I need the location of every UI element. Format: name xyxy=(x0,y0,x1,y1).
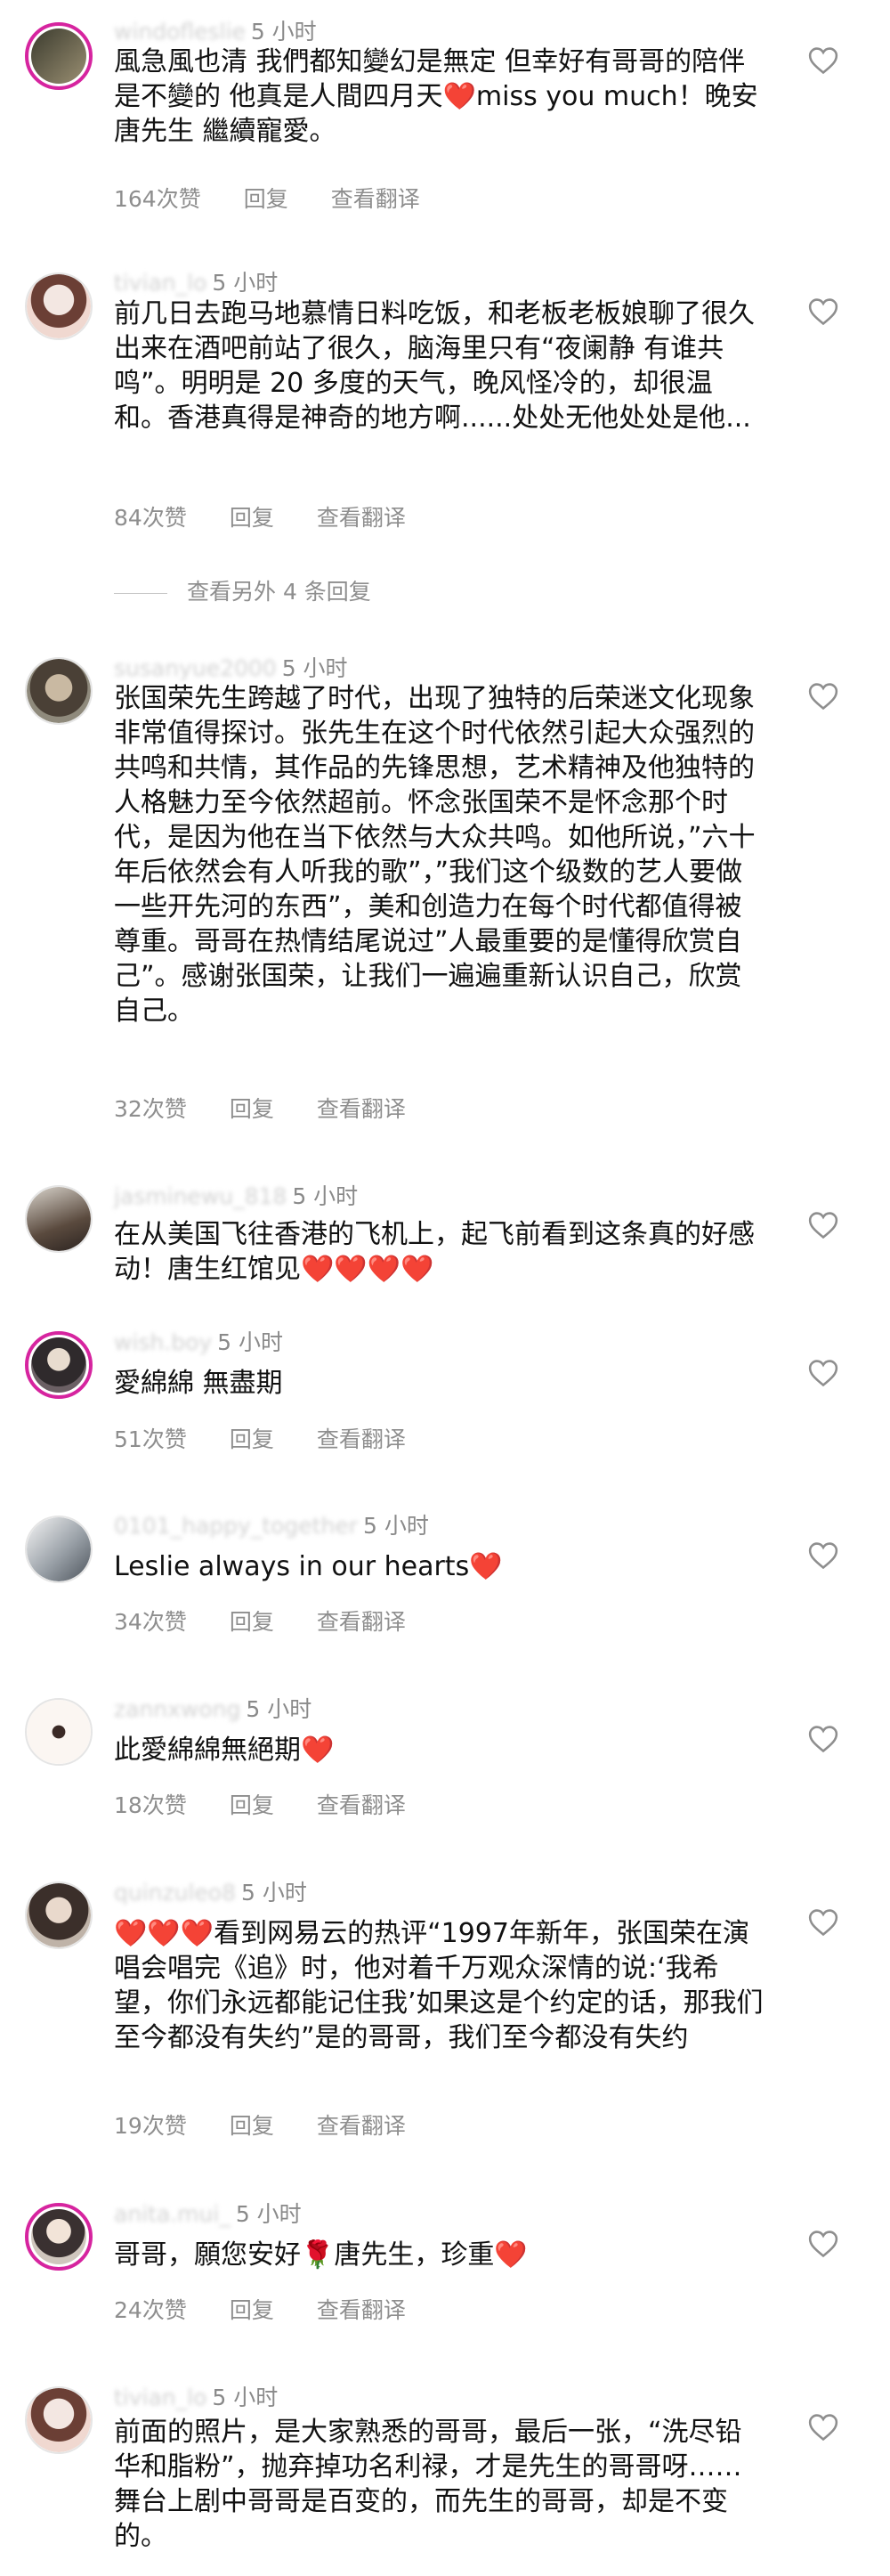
username[interactable]: jasminewu_818 xyxy=(114,1183,287,1209)
avatar[interactable] xyxy=(25,2203,93,2271)
comment-text: 在从美国飞往香港的飞机上，起飞前看到这条真的好感动！唐生红馆见❤️❤️❤️❤️ xyxy=(114,1217,764,1287)
avatar[interactable] xyxy=(25,1698,93,1766)
reply-button[interactable]: 回复 xyxy=(230,1792,274,1818)
comment-text: 哥哥，願您安好🌹唐先生，珍重❤️ xyxy=(114,2238,764,2272)
heart-emoji: ❤️ xyxy=(334,1254,368,1285)
avatar[interactable] xyxy=(25,22,93,90)
comments-list: windofleslie 5 小时 風急風也清 我們都知變幻是無定 但幸好有哥哥的… xyxy=(0,0,890,2576)
comment-text-part: 唐先生，珍重 xyxy=(334,2239,495,2271)
heart-outline-icon[interactable] xyxy=(808,46,838,75)
heart-outline-icon[interactable] xyxy=(808,1541,838,1570)
like-count[interactable]: 34次赞 xyxy=(114,1609,187,1635)
like-count[interactable]: 19次赞 xyxy=(114,2113,187,2139)
username[interactable]: 0101_happy_together xyxy=(114,1513,358,1539)
heart-emoji: ❤️ xyxy=(367,1254,401,1285)
like-count[interactable]: 51次赞 xyxy=(114,1426,187,1452)
timestamp: 5 小时 xyxy=(212,270,279,296)
timestamp: 5 小时 xyxy=(362,1513,429,1539)
timestamp: 5 小时 xyxy=(235,2201,302,2227)
reply-button[interactable]: 回复 xyxy=(230,2113,274,2139)
timestamp: 5 小时 xyxy=(246,1696,312,1722)
rose-emoji: 🌹 xyxy=(301,2239,335,2271)
avatar[interactable] xyxy=(25,272,93,340)
timestamp: 5 小时 xyxy=(217,1329,284,1355)
like-count[interactable]: 84次赞 xyxy=(114,505,187,531)
heart-outline-icon[interactable] xyxy=(808,297,838,326)
heart-emoji: ❤️ xyxy=(469,1551,503,1582)
view-more-replies-label: 查看另外 4 条回复 xyxy=(187,579,371,605)
avatar[interactable] xyxy=(25,1185,93,1253)
like-count[interactable]: 24次赞 xyxy=(114,2297,187,2323)
like-count[interactable]: 164次赞 xyxy=(114,186,201,212)
heart-outline-icon[interactable] xyxy=(808,1725,838,1753)
timestamp: 5 小时 xyxy=(250,19,317,45)
avatar[interactable] xyxy=(25,1516,93,1583)
timestamp: 5 小时 xyxy=(212,2385,279,2410)
reply-button[interactable]: 回复 xyxy=(230,505,274,531)
comment-text: ❤️❤️❤️看到网易云的热评“1997年新年，张国荣在演唱会唱完《追》时，他对着… xyxy=(114,1916,764,2055)
reply-button[interactable]: 回复 xyxy=(244,186,288,212)
reply-button[interactable]: 回复 xyxy=(230,1426,274,1452)
heart-emoji: ❤️ xyxy=(180,1918,214,1949)
username[interactable]: tivian_lo xyxy=(114,2385,206,2410)
heart-outline-icon[interactable] xyxy=(808,682,838,711)
see-translation-button[interactable]: 查看翻译 xyxy=(317,1792,406,1818)
see-translation-button[interactable]: 查看翻译 xyxy=(317,2113,406,2139)
avatar[interactable] xyxy=(25,1331,93,1399)
see-translation-button[interactable]: 查看翻译 xyxy=(331,186,420,212)
heart-emoji: ❤️ xyxy=(114,1918,148,1949)
heart-emoji: ❤️ xyxy=(494,2239,528,2271)
timestamp: 5 小时 xyxy=(281,655,348,681)
comment-text: 此愛綿綿無絕期❤️ xyxy=(114,1733,764,1767)
see-translation-button[interactable]: 查看翻译 xyxy=(317,1609,406,1635)
comment-text-part: 哥哥，願您安好 xyxy=(114,2239,301,2271)
heart-emoji: ❤️ xyxy=(400,1254,434,1285)
heart-emoji: ❤️ xyxy=(442,81,476,112)
reply-button[interactable]: 回复 xyxy=(230,1096,274,1122)
username[interactable]: quinzuleo8 xyxy=(114,1880,236,1906)
divider-line xyxy=(114,592,167,594)
reply-button[interactable]: 回复 xyxy=(230,2297,274,2323)
comment-text: 愛綿綿 無盡期 xyxy=(114,1368,283,1399)
reply-button[interactable]: 回复 xyxy=(230,1609,274,1635)
username[interactable]: zannxwong xyxy=(114,1696,240,1722)
heart-emoji: ❤️ xyxy=(301,1254,335,1285)
username[interactable]: anita.mui_ xyxy=(114,2201,231,2227)
avatar[interactable] xyxy=(25,2386,93,2454)
comment-text: 風急風也清 我們都知變幻是無定 但幸好有哥哥的陪伴是不變的 他真是人間四月天❤️… xyxy=(114,45,764,149)
comment-text: 张国荣先生跨越了时代，出现了独特的后荣迷文化现象非常值得探讨。张先生在这个时代依… xyxy=(114,683,756,1027)
username[interactable]: wish.boy xyxy=(114,1329,212,1355)
comment-text: Leslie always in our hearts❤️ xyxy=(114,1549,764,1584)
heart-outline-icon[interactable] xyxy=(808,1359,838,1387)
see-translation-button[interactable]: 查看翻译 xyxy=(317,505,406,531)
heart-outline-icon[interactable] xyxy=(808,1211,838,1239)
see-translation-button[interactable]: 查看翻译 xyxy=(317,2297,406,2323)
heart-emoji: ❤️ xyxy=(301,1735,335,1766)
comment-text-part: Leslie always in our hearts xyxy=(114,1551,470,1582)
username[interactable]: windofleslie xyxy=(114,19,246,45)
heart-outline-icon[interactable] xyxy=(808,1908,838,1937)
view-more-replies[interactable]: 查看另外 4 条回复 xyxy=(114,574,371,606)
timestamp: 5 小时 xyxy=(292,1183,359,1209)
username[interactable]: susanyue2000 xyxy=(114,655,277,681)
see-translation-button[interactable]: 查看翻译 xyxy=(317,1096,406,1122)
heart-emoji: ❤️ xyxy=(147,1918,181,1949)
see-translation-button[interactable]: 查看翻译 xyxy=(317,1426,406,1452)
username[interactable]: tivian_lo xyxy=(114,270,206,296)
comment-text: 前面的照片，是大家熟悉的哥哥，最后一张，“洗尽铅华和脂粉”，抛弃掉功名利禄，才是… xyxy=(114,2417,742,2552)
like-count[interactable]: 18次赞 xyxy=(114,1792,187,1818)
avatar[interactable] xyxy=(25,1881,93,1949)
like-count[interactable]: 32次赞 xyxy=(114,1096,187,1122)
heart-outline-icon[interactable] xyxy=(808,2413,838,2442)
timestamp: 5 小时 xyxy=(241,1880,307,1906)
comment-text-part: 在从美国飞往香港的飞机上，起飞前看到这条真的好感动！唐生红馆见 xyxy=(114,1219,755,1285)
avatar[interactable] xyxy=(25,657,93,725)
comment-text: 前几日去跑马地慕情日料吃饭，和老板老板娘聊了很久 出来在酒吧前站了很久，脑海里只… xyxy=(114,298,755,434)
comment-text-part: 此愛綿綿無絕期 xyxy=(114,1735,301,1766)
heart-outline-icon[interactable] xyxy=(808,2230,838,2258)
